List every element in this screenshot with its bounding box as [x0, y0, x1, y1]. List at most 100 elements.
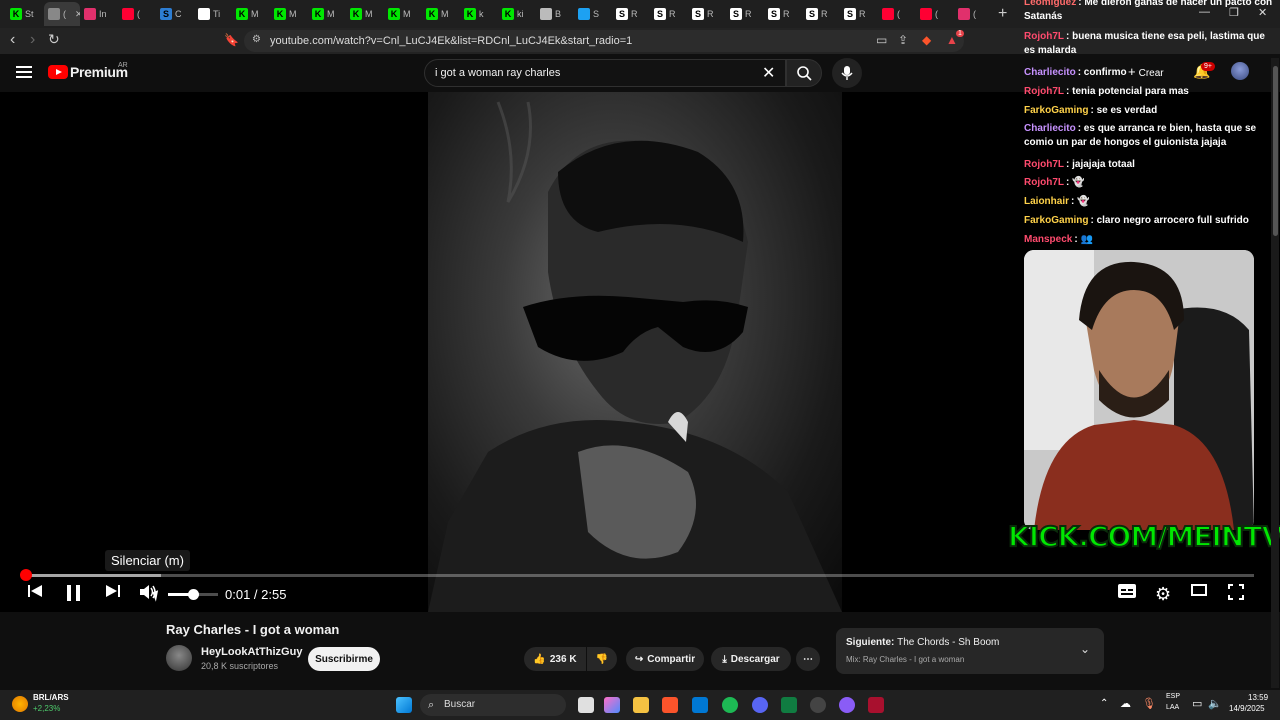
browser-tab[interactable]: S — [574, 2, 612, 26]
fullscreen-button[interactable] — [1228, 584, 1244, 600]
browser-tab[interactable]: K St — [6, 2, 44, 26]
tab-favicon-icon: K — [10, 8, 22, 20]
language-code[interactable]: ESP — [1166, 693, 1180, 700]
site-info-icon[interactable]: ⚙ — [252, 34, 261, 45]
chat-text: : tenia potencial para mas — [1066, 86, 1189, 97]
scrubber-handle[interactable] — [20, 569, 32, 581]
settings-button[interactable]: ⚙ — [1155, 584, 1171, 605]
browser-tab[interactable]: SC — [156, 2, 194, 26]
tab-favicon-icon: K — [350, 8, 362, 20]
dislike-button[interactable]: 👎 — [587, 647, 617, 671]
taskbar-search[interactable]: ⌕ Buscar — [420, 694, 566, 716]
brave-shield-icon[interactable]: ◆ — [922, 33, 936, 47]
pause-button[interactable] — [66, 584, 82, 602]
spotify-icon[interactable] — [722, 697, 738, 713]
keyboard-layout[interactable]: LAA — [1166, 704, 1179, 711]
task-view-icon[interactable] — [578, 697, 594, 713]
browser-tab[interactable]: Ti — [194, 2, 232, 26]
tab-label: Ti — [213, 9, 221, 19]
discord-icon[interactable] — [752, 697, 768, 713]
chat-text: : 👻 — [1071, 196, 1090, 207]
browser-tab[interactable]: In — [80, 2, 118, 26]
forward-icon[interactable]: › — [30, 31, 35, 49]
tab-favicon-icon — [882, 8, 894, 20]
search-button[interactable] — [786, 59, 822, 87]
progress-bar[interactable] — [26, 574, 1254, 577]
browser-tab[interactable]: SR — [688, 2, 726, 26]
browser-tab[interactable]: ( — [118, 2, 156, 26]
new-tab-icon[interactable]: + — [998, 5, 1007, 23]
volume-knob[interactable] — [188, 589, 199, 600]
chevron-down-icon[interactable]: ⌄ — [1080, 642, 1090, 656]
store-icon[interactable] — [692, 697, 708, 713]
clock-date[interactable]: 14/9/2025 — [1229, 704, 1265, 713]
share-button[interactable]: ↪ Compartir — [626, 647, 704, 671]
chat-username: Leomiguez — [1024, 0, 1077, 8]
like-count: 236 K — [549, 653, 577, 665]
windows-start-icon[interactable] — [396, 697, 412, 713]
reload-icon[interactable]: ↻ — [48, 31, 60, 48]
youtube-logo-icon[interactable] — [48, 65, 68, 79]
tab-label: ( — [63, 9, 66, 19]
browser-tab[interactable]: KM — [384, 2, 422, 26]
tab-label: R — [821, 9, 828, 19]
browser-tab[interactable]: ( — [954, 2, 992, 26]
like-button[interactable]: 👍 236 K — [524, 647, 586, 671]
browser-tab[interactable]: SR — [802, 2, 840, 26]
channel-avatar[interactable] — [166, 645, 192, 671]
up-next-panel[interactable]: Siguiente: The Chords - Sh Boom Mix: Ray… — [836, 628, 1104, 674]
browser-tab[interactable]: SR — [612, 2, 650, 26]
display-icon[interactable]: ▭ — [1192, 697, 1202, 710]
scrollbar-thumb[interactable] — [1273, 66, 1278, 236]
obs-icon[interactable] — [839, 697, 855, 713]
chevron-up-icon[interactable]: ⌃ — [1100, 698, 1108, 709]
channel-name[interactable]: HeyLookAtThizGuy — [201, 646, 302, 658]
subtitles-button[interactable] — [1118, 584, 1136, 598]
steam-icon[interactable] — [810, 697, 826, 713]
browser-tab[interactable]: KM — [346, 2, 384, 26]
share-icon[interactable]: ⇪ — [898, 33, 912, 47]
clock-time[interactable]: 13:59 — [1248, 693, 1268, 702]
currency-widget-icon[interactable] — [12, 696, 28, 712]
brave-browser-icon[interactable] — [662, 697, 678, 713]
previous-button[interactable] — [28, 584, 42, 598]
browser-tab[interactable]: ( — [916, 2, 954, 26]
theater-mode-button[interactable] — [1191, 584, 1207, 596]
more-actions-button[interactable]: ⋯ — [796, 647, 820, 671]
browser-tab[interactable]: KM — [232, 2, 270, 26]
next-button[interactable] — [106, 584, 120, 598]
chat-message: Rojoh7L: tenia potencial para mas — [1024, 85, 1274, 99]
browser-tab[interactable]: KM — [422, 2, 460, 26]
search-input[interactable]: i got a woman ray charles — [424, 59, 786, 87]
browser-tab[interactable]: SR — [650, 2, 688, 26]
browser-tab[interactable]: Kk — [460, 2, 498, 26]
copilot-icon[interactable] — [604, 697, 620, 713]
browser-tab[interactable]: Kki — [498, 2, 536, 26]
search-icon — [797, 66, 812, 81]
browser-tab[interactable]: KM — [308, 2, 346, 26]
app-icon[interactable] — [868, 697, 884, 713]
tab-favicon-icon — [48, 8, 60, 20]
browser-tab[interactable]: KM — [270, 2, 308, 26]
onedrive-icon[interactable]: ☁ — [1120, 697, 1131, 710]
excel-icon[interactable] — [781, 697, 797, 713]
browser-tab[interactable]: SR — [764, 2, 802, 26]
browser-tab[interactable]: ( — [878, 2, 916, 26]
cast-icon[interactable]: ▭ — [876, 33, 890, 47]
address-bar[interactable]: ⚙ youtube.com/watch?v=Cnl_LuCJ4Ek&list=R… — [244, 30, 964, 52]
browser-tab[interactable]: SR — [726, 2, 764, 26]
browser-tab[interactable]: (✕ — [44, 2, 80, 26]
menu-icon[interactable] — [16, 66, 32, 78]
subscribe-button[interactable]: Suscribirme — [308, 647, 380, 671]
tab-favicon-icon: S — [692, 8, 704, 20]
back-icon[interactable]: ‹ — [10, 31, 15, 49]
browser-tab[interactable]: SR — [840, 2, 878, 26]
speaker-icon[interactable]: 🔈 — [1208, 697, 1222, 710]
voice-search-button[interactable] — [832, 58, 862, 88]
bookmark-icon[interactable]: 🔖 — [224, 33, 239, 47]
clear-search-icon[interactable]: ✕ — [762, 63, 775, 83]
file-explorer-icon[interactable] — [633, 697, 649, 713]
microphone-icon[interactable]: 🎙 — [1142, 697, 1156, 710]
browser-tab[interactable]: B — [536, 2, 574, 26]
download-button[interactable]: ⤓ Descargar — [711, 647, 791, 671]
